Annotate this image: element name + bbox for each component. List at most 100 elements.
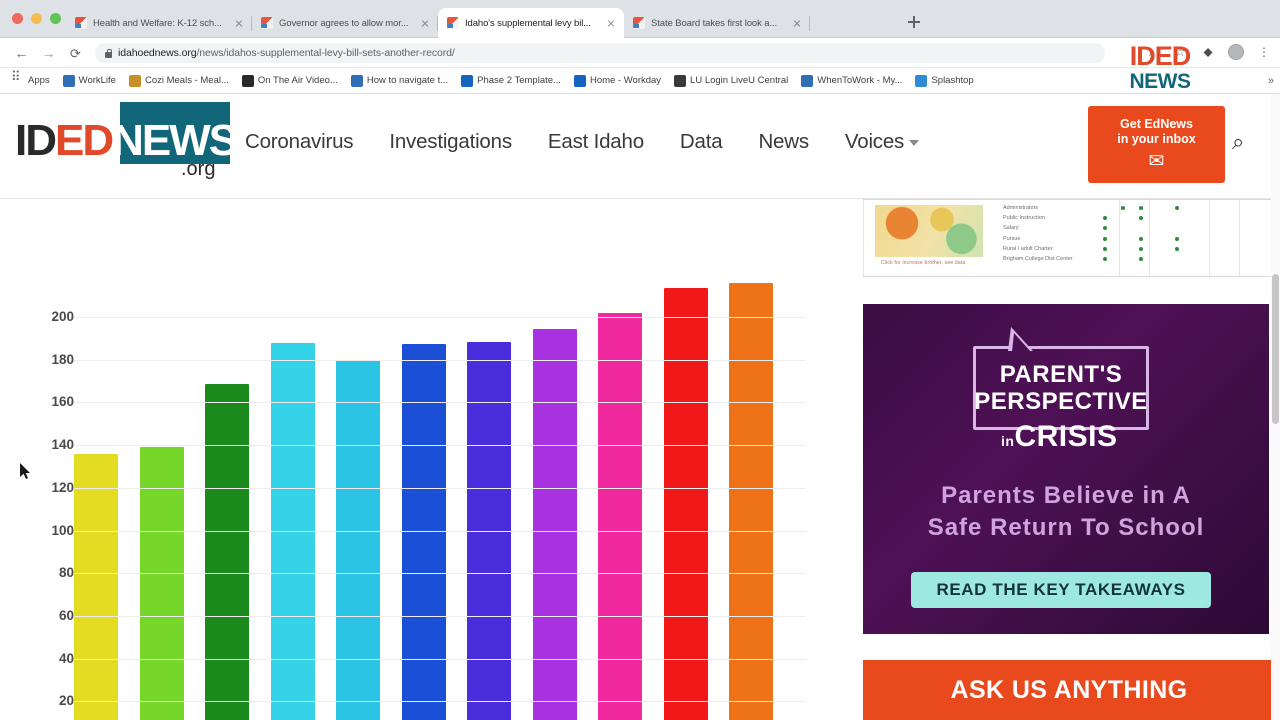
widget-dot	[1121, 257, 1125, 261]
close-tab-icon[interactable]	[790, 16, 804, 30]
browser-tab-bar: Health and Welfare: K-12 sch... Governor …	[0, 0, 1280, 38]
ask-us-anything-banner[interactable]: ASK US ANYTHING	[863, 660, 1275, 720]
chrome-menu-icon[interactable]: ⋮	[1256, 44, 1272, 60]
bookmark-cozi-icon[interactable]: Cozi Meals - Meal...	[128, 74, 229, 87]
bar-chart: 136.3139.6169.0188.1180.2187.6188.8194.7…	[0, 199, 855, 720]
chart-gridline	[64, 573, 806, 575]
ad-crisis-text: inCRISIS	[1001, 420, 1117, 454]
maximize-window-icon[interactable]	[50, 13, 61, 24]
ad-subtitle-line-1: Parents Believe in A	[941, 482, 1191, 509]
chart-bar[interactable]: 180.2	[336, 360, 380, 720]
tab-strip[interactable]: Health and Welfare: K-12 sch... Governor …	[66, 6, 810, 38]
extension-icon[interactable]: ⬥	[1200, 44, 1216, 60]
widget-dot	[1193, 226, 1197, 230]
widget-dot	[1139, 206, 1143, 211]
minimize-window-icon[interactable]	[31, 13, 42, 24]
bookmark-workday-icon[interactable]: Home - Workday	[573, 74, 661, 87]
bookmark-video-icon[interactable]: On The Air Video...	[241, 74, 338, 87]
bookmark-worklife-icon[interactable]: WorkLife	[62, 74, 116, 87]
widget-dot	[1157, 216, 1161, 220]
site-nav-label: Data	[679, 130, 723, 153]
bookmark-whentowork-icon[interactable]: WhenToWork - My...	[801, 74, 902, 87]
y-axis-tick-label: 200	[51, 309, 74, 324]
site-nav-item-voices[interactable]: Voices	[844, 130, 920, 154]
widget-dot	[1139, 216, 1143, 221]
address-bar[interactable]: idahoednews.org/news/idahos-supplemental…	[95, 43, 1105, 63]
overlay-logo-top: IDED	[1129, 41, 1192, 71]
bookmark-doc-icon[interactable]: How to navigate t...	[350, 74, 448, 87]
chart-bar[interactable]: 169.0	[205, 384, 249, 720]
site-nav-item-coronavirus[interactable]: Coronavirus	[245, 130, 354, 154]
browser-tab-3[interactable]: State Board takes first look a...	[624, 8, 810, 38]
widget-row-dots	[1103, 236, 1197, 241]
site-nav-label: East Idaho	[547, 130, 644, 153]
bookmark-template-icon[interactable]: Phase 2 Template...	[461, 74, 561, 87]
widget-dot	[1193, 237, 1197, 241]
profile-avatar[interactable]	[1228, 44, 1244, 60]
advertisement[interactable]: PARENT'S PERSPECTIVE inCRISIS Parents Be…	[863, 304, 1269, 634]
map-thumbnail-icon	[875, 205, 983, 257]
workday-icon	[573, 74, 586, 87]
browser-tab-0[interactable]: Health and Welfare: K-12 sch...	[66, 8, 252, 38]
newsletter-cta-button[interactable]: Get EdNews in your inbox ✉	[1088, 106, 1225, 183]
widget-dot	[1157, 257, 1161, 261]
close-tab-icon[interactable]	[418, 16, 432, 30]
browser-tab-1[interactable]: Governor agrees to allow mor...	[252, 8, 438, 38]
back-button[interactable]: ←	[14, 46, 29, 61]
y-axis-tick-label: 60	[58, 607, 74, 623]
widget-dot	[1175, 226, 1179, 230]
site-nav-label: Voices	[844, 130, 905, 153]
screenshot-root: Health and Welfare: K-12 sch... Governor …	[0, 0, 1280, 720]
widget-dot	[1193, 206, 1197, 210]
y-axis-tick-label: 100	[51, 522, 74, 538]
chart-bars[interactable]: 136.3139.6169.0188.1180.2187.6188.8194.7…	[66, 199, 806, 720]
site-nav-item-east-idaho[interactable]: East Idaho	[548, 130, 644, 154]
bookmarks-overflow-button[interactable]: »	[1268, 75, 1274, 87]
site-nav-item-news[interactable]: News	[758, 130, 809, 154]
chart-bar[interactable]: 187.6	[401, 344, 446, 720]
new-tab-button[interactable]	[906, 14, 922, 30]
site-nav-item-data[interactable]: Data	[680, 130, 723, 154]
browser-tab-2[interactable]: Idaho's supplemental levy bil...	[438, 8, 624, 38]
bookmark-liveu-icon[interactable]: LU Login LiveU Central	[674, 74, 788, 87]
chart-bar[interactable]: 214.0	[663, 288, 708, 720]
logo-part-ed: ED	[55, 116, 114, 165]
ad-cta-button[interactable]: READ THE KEY TAKEAWAYS	[911, 572, 1211, 608]
close-tab-icon[interactable]	[604, 16, 618, 30]
bookmark-apps-grid-icon[interactable]: Apps	[11, 71, 50, 87]
site-nav-label: News	[758, 130, 809, 153]
ad-speech-bubble: PARENT'S PERSPECTIVE	[973, 327, 1149, 430]
widget-dot	[1121, 247, 1125, 251]
widget-row: Administrators	[1003, 203, 1268, 213]
site-nav-item-investigations[interactable]: Investigations	[389, 130, 512, 154]
page-scrollbar-track[interactable]	[1271, 94, 1280, 720]
bookmarks-bar[interactable]: Apps WorkLife Cozi Meals - Meal... On The A…	[0, 68, 1280, 94]
site-nav[interactable]: Coronavirus Investigations East Idaho Data N…	[245, 130, 920, 154]
chart-bar[interactable]: 194.7	[532, 329, 577, 720]
chart-bar[interactable]: 188.1	[270, 343, 315, 720]
widget-row-dots	[1103, 216, 1197, 221]
chart-bar[interactable]: 216.6	[729, 282, 773, 720]
template-icon	[461, 74, 474, 87]
widget-divider	[1119, 200, 1120, 276]
apps-grid-icon	[11, 71, 24, 87]
widget-row: Salary	[1003, 223, 1268, 233]
tab-title: Health and Welfare: K-12 sch...	[93, 17, 222, 29]
sidebar: Click for increase brother, see data Adm…	[855, 199, 1280, 720]
widget-row: Rural / adult Charter	[1003, 244, 1268, 254]
whentowork-icon	[801, 74, 814, 87]
data-widget[interactable]: Click for increase brother, see data Adm…	[863, 199, 1275, 277]
bookmark-splashtop-icon[interactable]: Splashtop	[915, 74, 974, 87]
reload-button[interactable]: ⟳	[68, 46, 83, 61]
window-controls[interactable]	[12, 13, 61, 24]
forward-button[interactable]: →	[41, 46, 56, 61]
widget-row: Public Instruction	[1003, 213, 1268, 223]
chart-bar[interactable]: 136.3	[74, 454, 118, 720]
widget-dot	[1121, 237, 1125, 241]
page-scrollbar-thumb[interactable]	[1272, 274, 1279, 424]
site-search-icon[interactable]: ⌕	[1232, 131, 1254, 153]
close-tab-icon[interactable]	[232, 16, 246, 30]
site-logo[interactable]: IDEDNEWS .org	[15, 102, 265, 188]
widget-row-dots	[1103, 257, 1197, 262]
close-window-icon[interactable]	[12, 13, 23, 24]
